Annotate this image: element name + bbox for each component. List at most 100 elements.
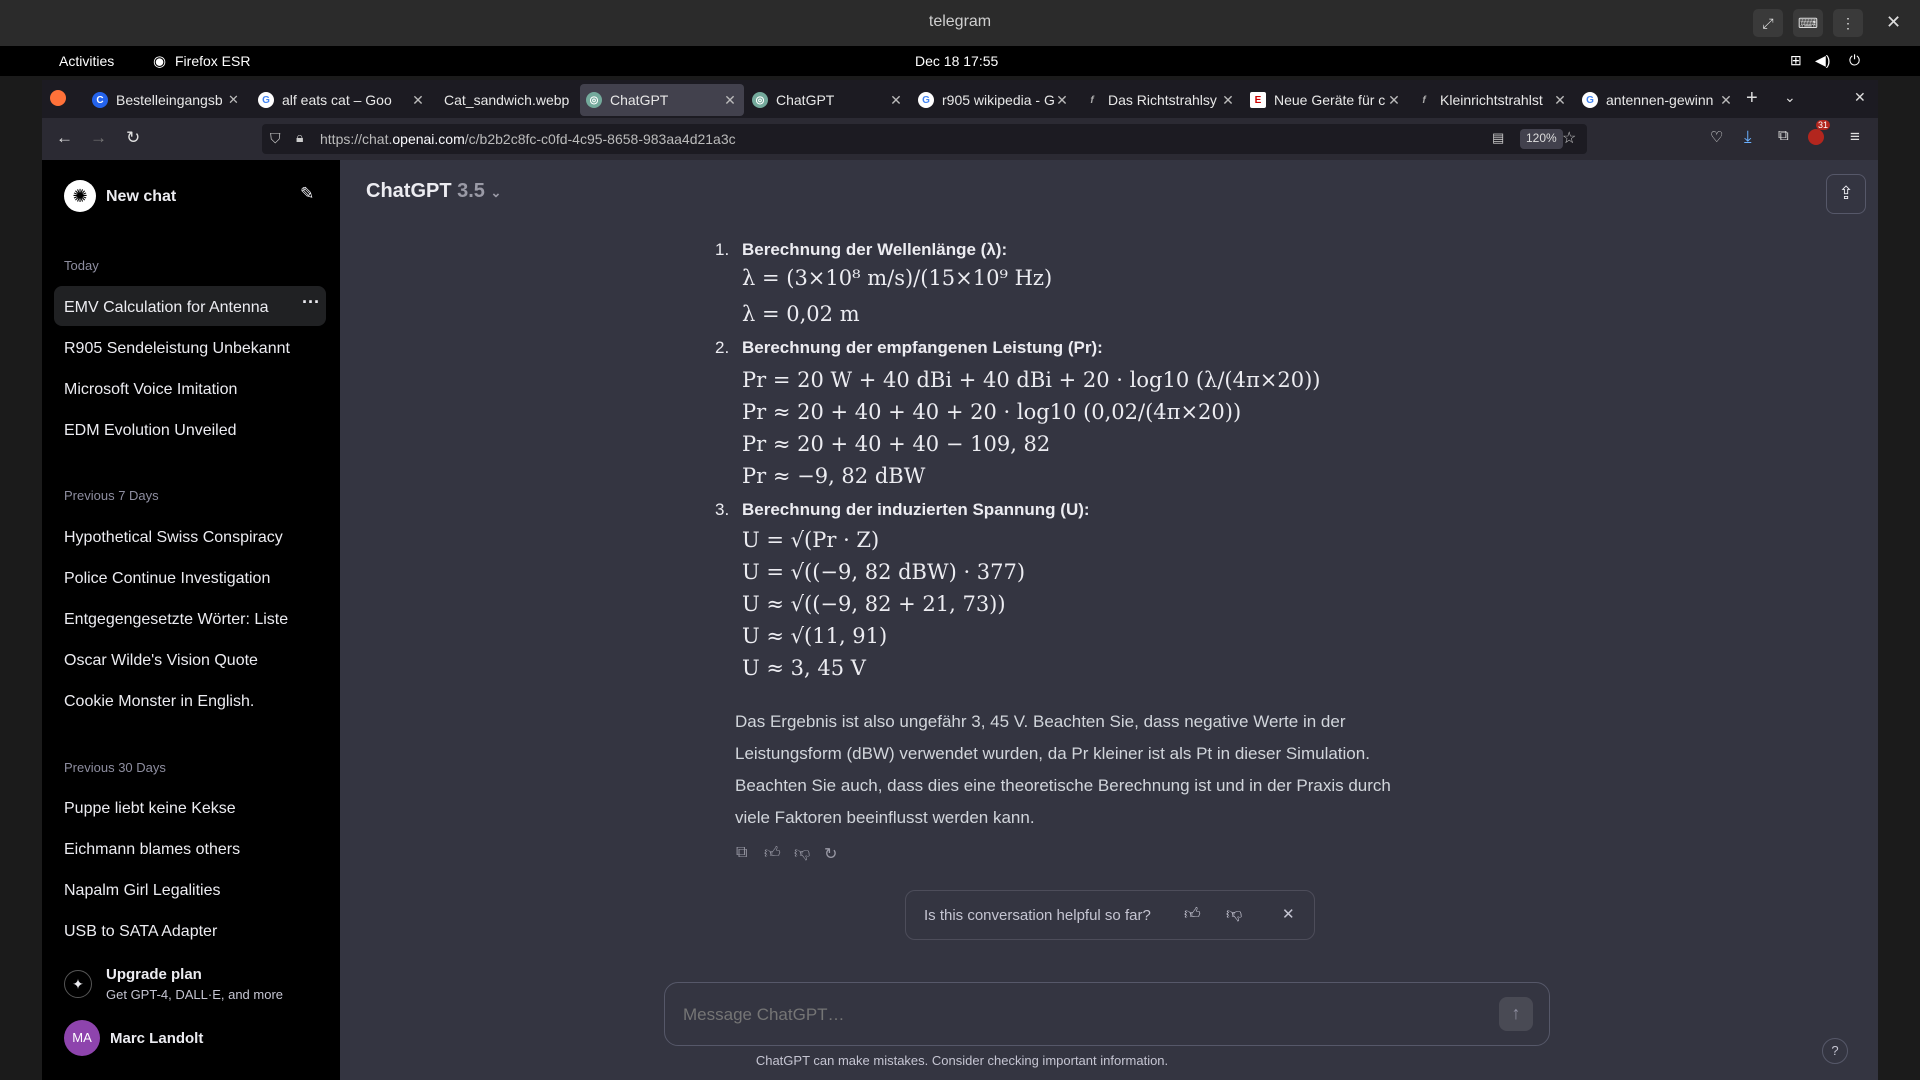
- step-title: Berechnung der Wellenlänge (λ):: [742, 240, 1008, 259]
- navigation-bar: ← → ↻ ⛉ 🔒︎ https://chat.openai.com/c/b2b…: [42, 118, 1878, 160]
- chat-item[interactable]: Microsoft Voice Imitation: [54, 368, 326, 408]
- tab-9[interactable]: G antennen-gewinn ✕: [1576, 84, 1740, 116]
- chat-item[interactable]: Cookie Monster in English.: [54, 680, 326, 720]
- equation-line: Pr = 20 W + 40 dBi + 40 dBi + 20 · log10…: [742, 368, 1321, 392]
- tab-close-icon[interactable]: ✕: [1718, 92, 1734, 109]
- volume-icon[interactable]: ◀): [1815, 52, 1830, 69]
- chat-item[interactable]: Entgegengesetzte Wörter: Liste: [54, 598, 326, 638]
- new-chat-button[interactable]: ✺ New chat ✎: [54, 174, 326, 218]
- tab-1[interactable]: G alf eats cat – Goo ✕: [252, 84, 432, 116]
- power-icon[interactable]: ⏻: [1849, 52, 1860, 69]
- tab-5[interactable]: G r905 wikipedia - G ✕: [912, 84, 1076, 116]
- chat-item[interactable]: Napalm Girl Legalities: [54, 869, 326, 909]
- reload-icon[interactable]: ↻: [126, 128, 140, 148]
- tab-close-icon[interactable]: ✕: [1386, 92, 1402, 109]
- window-close-icon[interactable]: ✕: [1886, 12, 1901, 33]
- activities-button[interactable]: Activities: [59, 53, 114, 69]
- forward-arrow-icon[interactable]: →: [90, 128, 107, 148]
- tab-close-icon[interactable]: ✕: [1054, 92, 1070, 109]
- pocket-icon[interactable]: ♡: [1710, 128, 1723, 146]
- chat-item[interactable]: Hypothetical Swiss Conspiracy: [54, 516, 326, 556]
- close-tab-strip-icon[interactable]: ✕: [1854, 89, 1866, 106]
- url-bar[interactable]: ⛉ 🔒︎ https://chat.openai.com/c/b2b2c8fc-…: [262, 124, 1587, 154]
- list-tabs-chevron-icon[interactable]: ⌄: [1784, 89, 1796, 106]
- chat-item[interactable]: Oscar Wilde's Vision Quote: [54, 639, 326, 679]
- keyboard-icon[interactable]: ⌨: [1793, 9, 1823, 37]
- tab-label: Neue Geräte für c: [1274, 92, 1386, 108]
- tab-close-icon[interactable]: ✕: [722, 92, 738, 109]
- tab-close-icon[interactable]: ✕: [888, 92, 904, 109]
- tab-close-icon[interactable]: ✕: [1220, 92, 1236, 109]
- tab-3-active[interactable]: ◎ ChatGPT ✕: [580, 84, 744, 116]
- chat-item[interactable]: USB to SATA Adapter: [54, 910, 326, 950]
- url-text[interactable]: https://chat.openai.com/c/b2b2c8fc-c0fd-…: [320, 131, 736, 147]
- thumbs-down-icon[interactable]: 👎︎: [794, 844, 810, 863]
- equation-line: U ≈ 3, 45 V: [742, 656, 866, 680]
- tab-label: antennen-gewinn: [1606, 92, 1714, 108]
- conclusion-line: Beachten Sie auch, dass dies eine theore…: [735, 776, 1391, 795]
- tab-8[interactable]: f Kleinrichtstrahlst ✕: [1410, 84, 1574, 116]
- user-name: Marc Landolt: [110, 1030, 204, 1047]
- tab-close-icon[interactable]: ✕: [228, 92, 239, 108]
- tab-close-icon[interactable]: ✕: [1552, 92, 1568, 109]
- chat-item[interactable]: Police Continue Investigation: [54, 557, 326, 597]
- chat-item[interactable]: Puppe liebt keine Kekse: [54, 787, 326, 827]
- regenerate-icon[interactable]: ↻: [824, 844, 837, 864]
- network-icon[interactable]: ⊞: [1790, 52, 1802, 69]
- share-icon[interactable]: ⇪: [1826, 174, 1866, 214]
- thumbs-up-icon[interactable]: 👍︎: [1184, 905, 1201, 924]
- tab-0[interactable]: C Bestelleingangsb: [86, 84, 222, 116]
- edit-compose-icon[interactable]: ✎: [300, 184, 314, 204]
- reader-view-icon[interactable]: ▤: [1492, 130, 1504, 146]
- window-titlebar: telegram ⤢ ⌨ ⋮ ✕: [0, 0, 1920, 46]
- app-menu[interactable]: Firefox ESR: [175, 53, 250, 69]
- copy-icon[interactable]: ⧉: [736, 844, 747, 862]
- equation-line: Pr ≈ 20 + 40 + 40 − 109, 82: [742, 432, 1050, 456]
- google-icon: G: [1582, 92, 1598, 108]
- thumbs-down-icon[interactable]: 👎︎: [1226, 905, 1242, 924]
- ublock-icon[interactable]: [1808, 129, 1824, 145]
- clock[interactable]: Dec 18 17:55: [915, 53, 998, 69]
- model-selector[interactable]: ChatGPT 3.5 ⌄: [366, 180, 501, 203]
- send-arrow-icon[interactable]: ↑: [1499, 997, 1533, 1031]
- extensions-icon[interactable]: ⧉: [1778, 127, 1789, 144]
- zoom-level-badge[interactable]: 120%: [1520, 129, 1563, 149]
- chat-item[interactable]: EDM Evolution Unveiled: [54, 409, 326, 449]
- upgrade-plan-button[interactable]: ✦ Upgrade plan Get GPT-4, DALL·E, and mo…: [54, 960, 326, 1010]
- back-arrow-icon[interactable]: ←: [56, 128, 73, 148]
- chat-item[interactable]: R905 Sendeleistung Unbekannt: [54, 327, 326, 367]
- bookmark-star-icon[interactable]: ☆: [1562, 128, 1576, 148]
- more-options-icon[interactable]: ···: [302, 292, 320, 313]
- chat-item-label: R905 Sendeleistung Unbekannt: [64, 340, 290, 357]
- tab-4[interactable]: ◎ ChatGPT ✕: [746, 84, 910, 116]
- chat-item-label: EDM Evolution Unveiled: [64, 422, 237, 439]
- help-icon[interactable]: ?: [1822, 1038, 1848, 1064]
- chat-item-label: Oscar Wilde's Vision Quote: [64, 652, 258, 669]
- f-icon: f: [1090, 94, 1094, 106]
- tab-label: Bestelleingangsb: [116, 92, 222, 108]
- step-title: Berechnung der induzierten Spannung (U):: [742, 500, 1090, 519]
- chat-item-active[interactable]: EMV Calculation for Antenna: [54, 286, 326, 326]
- firefox-view-icon[interactable]: [50, 90, 66, 106]
- window-menu-icon[interactable]: ⋮: [1833, 9, 1863, 37]
- chat-item[interactable]: Eichmann blames others: [54, 828, 326, 868]
- equation-text: U ≈ 3, 45 V: [742, 656, 866, 680]
- user-menu-button[interactable]: MA Marc Landolt: [54, 1016, 326, 1060]
- tab-7[interactable]: E Neue Geräte für c ✕: [1244, 84, 1408, 116]
- hamburger-menu-icon[interactable]: ≡: [1850, 127, 1860, 147]
- equation-text: U ≈ √((−9, 82 + 21, 73)): [742, 592, 1006, 616]
- close-icon[interactable]: ✕: [1282, 905, 1295, 923]
- message-input[interactable]: [683, 1001, 1463, 1029]
- tab-label: ChatGPT: [610, 92, 669, 108]
- lock-icon[interactable]: 🔒︎: [296, 129, 303, 146]
- message-composer[interactable]: ↑: [664, 982, 1550, 1046]
- downloads-icon[interactable]: ⤓: [1744, 127, 1752, 147]
- shield-icon[interactable]: ⛉: [270, 130, 281, 147]
- thumbs-up-icon[interactable]: 👍︎: [764, 844, 781, 863]
- new-tab-plus-icon[interactable]: +: [1746, 87, 1758, 110]
- conclusion-paragraph: Das Ergebnis ist also ungefähr 3, 45 V. …: [735, 706, 1455, 834]
- tab-6[interactable]: f Das Richtstrahlsy ✕: [1078, 84, 1242, 116]
- equation-text: Pr ≈ 20 + 40 + 40 − 109, 82: [742, 432, 1051, 456]
- equation-text: λ = (3×10⁸ m/s)/(15×10⁹ Hz): [742, 266, 1053, 290]
- fullscreen-icon[interactable]: ⤢: [1753, 9, 1783, 37]
